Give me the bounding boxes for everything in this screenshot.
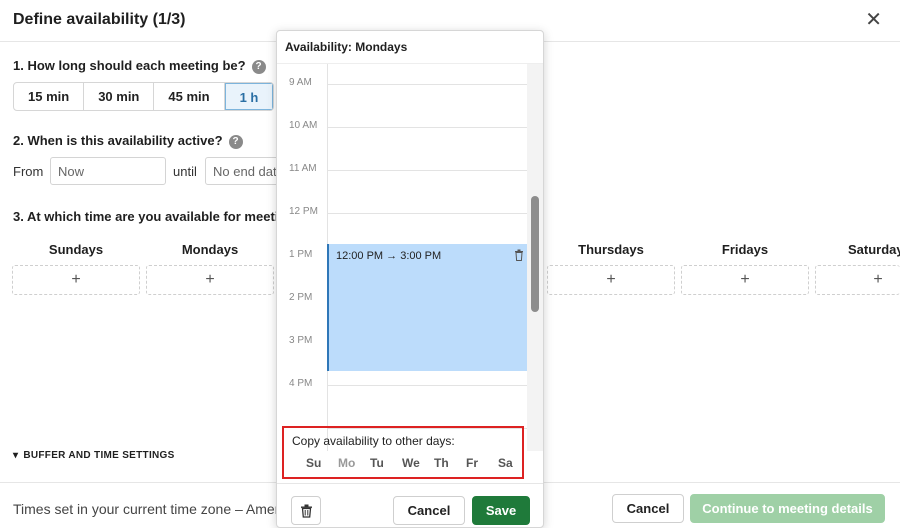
copy-day-friday[interactable]: Fr: [466, 456, 498, 470]
popover-cancel-button[interactable]: Cancel: [393, 496, 465, 525]
day-header-friday: Fridays: [721, 242, 769, 257]
modal-title: Define availability (1/3): [13, 11, 186, 28]
hour-line: [327, 170, 527, 171]
delete-event-icon[interactable]: [514, 248, 524, 266]
help-icon[interactable]: ?: [251, 60, 266, 74]
until-input[interactable]: No end date: [205, 157, 285, 185]
question-duration-label: 1. How long should each meeting be?: [13, 58, 246, 73]
calendar-scrollbar[interactable]: [527, 64, 543, 451]
add-slot-saturday-plus: +: [873, 271, 883, 288]
close-icon[interactable]: ✕: [865, 10, 882, 30]
hour-line: [327, 385, 527, 386]
scrollbar-thumb[interactable]: [531, 196, 539, 312]
chevron-down-icon: ▾: [13, 450, 19, 461]
timezone-note: Times set in your current time zone – Am…: [13, 501, 302, 517]
day-header-monday: Mondays: [181, 242, 239, 257]
copy-day-tuesday[interactable]: Tu: [370, 456, 402, 470]
hour-row: 10 AM: [277, 120, 527, 131]
event-time-range: 12:00 PM → 3:00 PM: [336, 250, 442, 262]
duration-selector: 15 min 30 min 45 min 1 h: [13, 82, 275, 111]
day-header-thursday: Thursdays: [578, 242, 644, 257]
copy-day-monday: Mo: [338, 456, 356, 470]
popover-footer: Cancel Save: [277, 483, 543, 527]
copy-day-wednesday[interactable]: We: [402, 456, 434, 470]
copy-day-thursday[interactable]: Th: [434, 456, 466, 470]
from-input[interactable]: Now: [50, 157, 166, 185]
popover-save-button[interactable]: Save: [472, 496, 530, 525]
duration-option-30[interactable]: 30 min: [84, 83, 155, 110]
day-calendar[interactable]: 9 AM 10 AM 11 AM 12 PM 1 PM 2 PM 3 PM 4 …: [277, 63, 543, 451]
question-active-period: 2. When is this availability active??: [13, 133, 243, 149]
add-slot-thursday[interactable]: +: [547, 265, 675, 295]
duration-option-60[interactable]: 1 h: [224, 83, 274, 110]
hour-label: 1 PM: [289, 249, 313, 260]
hour-label: 11 AM: [289, 163, 317, 174]
buffer-settings-label: BUFFER AND TIME SETTINGS: [23, 450, 175, 461]
trash-icon: [301, 504, 312, 518]
hour-line: [327, 213, 527, 214]
copy-day-list: Su Mo Tu We Th Fr Sa: [306, 456, 530, 470]
hour-label: 2 PM: [289, 292, 313, 303]
hour-row: 12 PM: [277, 206, 527, 217]
hour-row: 11 AM: [277, 163, 527, 174]
add-slot-sunday[interactable]: +: [12, 265, 140, 295]
hour-label: 3 PM: [289, 335, 313, 346]
hour-line: [327, 84, 527, 85]
duration-option-15[interactable]: 15 min: [14, 83, 85, 110]
hour-label: 9 AM: [289, 77, 312, 88]
cancel-button[interactable]: Cancel: [612, 494, 684, 523]
add-slot-friday[interactable]: +: [681, 265, 809, 295]
question-duration: 1. How long should each meeting be??: [13, 58, 266, 74]
until-label: until: [173, 164, 197, 179]
copy-availability-label: Copy availability to other days:: [292, 434, 455, 448]
delete-button[interactable]: [291, 496, 321, 525]
hour-label: 12 PM: [289, 206, 318, 217]
duration-option-45[interactable]: 45 min: [154, 83, 225, 110]
hour-row: 4 PM: [277, 378, 527, 389]
availability-popover: Availability: Mondays 9 AM 10 AM 11 AM 1…: [276, 30, 544, 528]
copy-day-sunday[interactable]: Su: [306, 456, 338, 470]
add-slot-saturday[interactable]: +: [815, 265, 900, 295]
hour-label: 4 PM: [289, 378, 313, 389]
popover-title: Availability: Mondays: [285, 40, 408, 54]
hour-line: [327, 127, 527, 128]
question-weekly-slots: 3. At which time are you available for m…: [13, 209, 310, 224]
add-slot-monday[interactable]: +: [146, 265, 274, 295]
hour-row: 9 AM: [277, 77, 527, 88]
continue-button[interactable]: Continue to meeting details: [690, 494, 885, 523]
copy-availability-box: Copy availability to other days: Su Mo T…: [282, 426, 524, 479]
help-icon[interactable]: ?: [228, 135, 243, 149]
from-label: From: [13, 164, 44, 179]
day-header-sunday: Sundays: [48, 242, 104, 257]
availability-event[interactable]: 12:00 PM → 3:00 PM: [327, 244, 528, 371]
day-header-saturday: Saturdays: [848, 242, 900, 257]
copy-day-saturday[interactable]: Sa: [498, 456, 530, 470]
hour-label: 10 AM: [289, 120, 318, 131]
question-active-label: 2. When is this availability active?: [13, 133, 223, 148]
buffer-settings-toggle[interactable]: ▾ BUFFER AND TIME SETTINGS: [13, 450, 175, 461]
